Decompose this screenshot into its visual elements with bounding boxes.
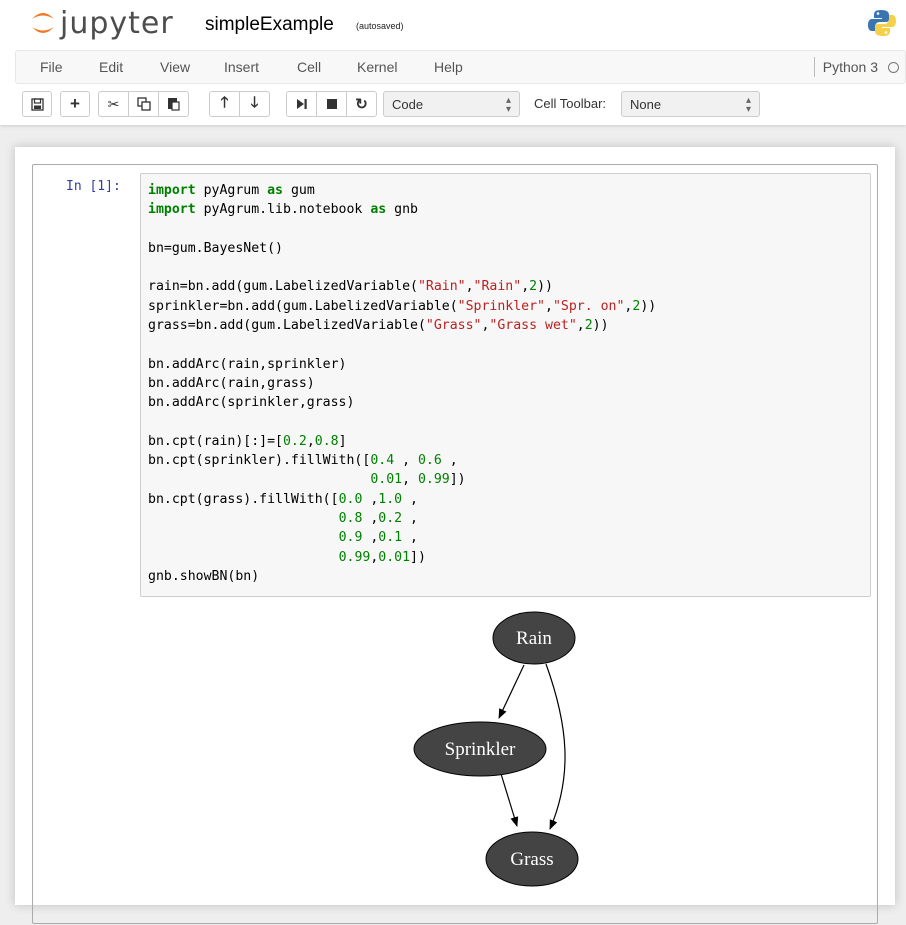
kernel-indicator[interactable]: Python 3 xyxy=(813,57,899,77)
scissors-icon: ✂ xyxy=(107,95,120,112)
save-button[interactable] xyxy=(22,91,52,117)
save-icon xyxy=(30,97,44,111)
step-forward-icon xyxy=(296,99,307,109)
logo-text: jupyter xyxy=(60,5,174,41)
jupyter-logo[interactable]: jupyter xyxy=(30,5,174,41)
paste-icon xyxy=(168,98,180,111)
insert-cell-button[interactable]: + xyxy=(60,91,90,117)
interrupt-kernel-button[interactable] xyxy=(316,91,347,117)
restart-kernel-button[interactable]: ↻ xyxy=(346,91,377,117)
refresh-icon: ↻ xyxy=(355,96,368,113)
kernel-name: Python 3 xyxy=(822,59,878,75)
cell-type-value: Code xyxy=(392,96,424,112)
paste-button[interactable] xyxy=(158,91,189,117)
edge-rain-sprinkler xyxy=(498,664,525,719)
cell-type-select[interactable]: Code ▴ ▾ xyxy=(383,91,520,117)
notebook-header: jupyter simpleExample (autosaved) File E… xyxy=(0,0,906,125)
menu-edit[interactable]: Edit xyxy=(99,59,123,75)
copy-button[interactable] xyxy=(128,91,159,117)
python-logo-icon xyxy=(868,10,896,36)
plus-icon: + xyxy=(70,94,80,113)
main-toolbar: + ✂ 🡑 🡓 ↻ Code ▴ ▾ Cell Toolbar: None ▴ … xyxy=(22,91,902,119)
menu-file[interactable]: File xyxy=(40,59,63,75)
edge-rain-grass xyxy=(545,663,566,830)
cell-toolbar-value: None xyxy=(630,96,662,112)
menu-bar: File Edit View Insert Cell Kernel Help P… xyxy=(15,50,906,84)
cut-button[interactable]: ✂ xyxy=(98,91,129,117)
menu-view[interactable]: View xyxy=(160,59,190,75)
run-cell-button[interactable] xyxy=(286,91,317,117)
select-arrows-icon: ▴ ▾ xyxy=(745,95,751,115)
stop-icon xyxy=(326,99,337,109)
bayes-net-graph: Rain Sprinkler Grass xyxy=(413,611,579,887)
arrow-up-icon: 🡑 xyxy=(220,93,229,111)
menu-kernel[interactable]: Kernel xyxy=(357,59,397,75)
move-up-button[interactable]: 🡑 xyxy=(209,91,240,117)
move-down-button[interactable]: 🡓 xyxy=(239,91,270,117)
cell-toolbar-label: Cell Toolbar: xyxy=(534,96,607,111)
cell-toolbar-select[interactable]: None ▴ ▾ xyxy=(621,91,760,117)
node-label-grass: Grass xyxy=(510,849,553,870)
notebook-name[interactable]: simpleExample xyxy=(205,14,334,36)
notebook-container: In [1]: import pyAgrum as gum import pyA… xyxy=(15,147,895,924)
arrow-down-icon: 🡓 xyxy=(250,93,259,111)
menu-cell[interactable]: Cell xyxy=(297,59,321,75)
copy-icon xyxy=(136,97,151,111)
node-label-rain: Rain xyxy=(516,628,552,649)
menu-insert[interactable]: Insert xyxy=(224,59,259,75)
header-bar: jupyter simpleExample (autosaved) xyxy=(0,0,906,44)
kernel-idle-icon xyxy=(888,61,899,73)
select-arrows-icon: ▴ ▾ xyxy=(505,95,511,115)
jupyter-orbit-icon xyxy=(32,13,54,33)
menu-help[interactable]: Help xyxy=(434,59,463,75)
code-cell[interactable]: In [1]: import pyAgrum as gum import pyA… xyxy=(32,164,878,924)
node-label-sprinkler: Sprinkler xyxy=(445,739,516,760)
autosave-status: (autosaved) xyxy=(356,21,404,31)
